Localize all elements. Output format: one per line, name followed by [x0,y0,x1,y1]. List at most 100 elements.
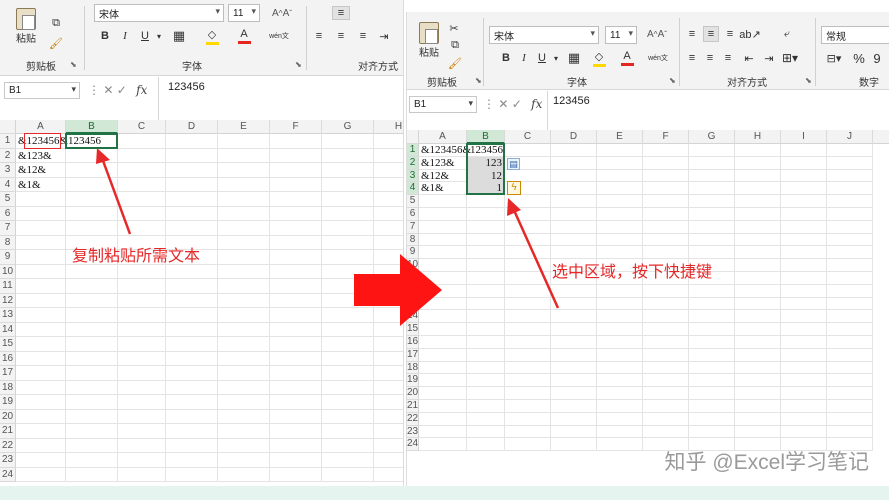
align-top-icon[interactable]: ≡ [685,26,699,42]
left-column-header-g[interactable]: G [322,120,374,134]
wrap-text-icon[interactable]: ⤶ [779,26,795,42]
font-color-icon[interactable]: A [619,49,635,67]
left-column-header-h[interactable]: H [374,120,403,134]
left-font-size-combo[interactable]: 11 ▾ [228,4,260,22]
right-cell-a2[interactable]: &123& [421,157,465,170]
clipboard-launcher-icon[interactable]: ⬊ [70,60,77,69]
left-row-header-8[interactable]: 8 [0,235,16,250]
right-row-header-24[interactable]: 24 [407,438,419,452]
left-row-header-13[interactable]: 13 [0,308,16,323]
right-column-header-i[interactable]: I [781,130,827,144]
cancel-icon[interactable]: ✕ [103,83,113,97]
left-name-box[interactable]: B1 ▾ [4,82,80,99]
enter-icon[interactable]: ✓ [512,97,522,111]
left-row-header-1[interactable]: 1 [0,134,16,149]
italic-button[interactable]: I [118,28,132,44]
quick-analysis-icon[interactable]: ▤ [507,157,520,170]
align-center-icon[interactable]: ≡ [703,50,717,66]
left-column-header-a[interactable]: A [16,120,66,134]
merge-icon[interactable]: ⊞▾ [781,50,799,66]
left-row-header-7[interactable]: 7 [0,221,16,236]
font-size-grow-shrink-icon[interactable]: A ^ Aˇ [639,26,675,42]
right-row-header-2[interactable]: 2 [407,156,419,170]
left-column-header-c[interactable]: C [118,120,166,134]
right-formula-input[interactable]: 123456 [553,95,590,107]
currency-icon[interactable]: ⊟▾ [823,50,845,66]
fx-icon[interactable]: fx [136,83,147,97]
align-center-icon[interactable]: ≡ [334,28,348,44]
borders-icon[interactable]: ▦ [565,50,583,66]
italic-button[interactable]: I [517,50,531,66]
clipboard-launcher-icon[interactable]: ⬊ [475,76,482,85]
left-worksheet-grid[interactable]: A B C D E F G H 1 2 3 4 5 6 7 8 9 10 11 12 13 14 15 16 17 18 19 20 2… [0,120,403,486]
right-column-header-g[interactable]: G [689,130,735,144]
right-cell-a4[interactable]: &1& [421,182,465,195]
align-launcher-icon[interactable]: ⬊ [805,76,812,85]
right-font-name-combo[interactable]: 宋体 ▾ [489,26,599,44]
right-select-all-corner[interactable] [407,130,419,144]
comma-button[interactable]: 9 [871,50,883,66]
left-column-header-d[interactable]: D [166,120,218,134]
cancel-icon[interactable]: ✕ [498,97,508,111]
right-column-header-j[interactable]: J [827,130,873,144]
left-row-header-23[interactable]: 23 [0,453,16,468]
right-row-header-17[interactable]: 17 [407,348,419,362]
left-row-header-4[interactable]: 4 [0,177,16,192]
font-launcher-icon[interactable]: ⬊ [295,60,302,69]
right-name-box[interactable]: B1 ▾ [409,96,477,113]
right-row-header-7[interactable]: 7 [407,220,419,234]
left-cell-a2[interactable]: &123& [18,149,64,164]
right-column-header-e[interactable]: E [597,130,643,144]
phonetic-icon[interactable]: wén文 [647,50,669,66]
left-row-header-2[interactable]: 2 [0,148,16,163]
left-row-header-16[interactable]: 16 [0,351,16,366]
left-font-name-combo[interactable]: 宋体 ▾ [94,4,224,22]
copy-icon[interactable]: ⧉ [447,38,463,52]
right-row-header-20[interactable]: 20 [407,387,419,400]
align-middle-icon[interactable]: ≡ [703,26,719,42]
right-column-header-f[interactable]: F [643,130,689,144]
right-column-header-c[interactable]: C [505,130,551,144]
left-row-header-9[interactable]: 9 [0,250,16,265]
left-row-header-14[interactable]: 14 [0,322,16,337]
phonetic-icon[interactable]: wén文 [268,28,290,44]
left-row-header-22[interactable]: 22 [0,438,16,453]
align-right-icon[interactable]: ≡ [721,50,735,66]
borders-icon[interactable]: ▦ [170,28,188,44]
flash-fill-icon[interactable]: ϟ [507,181,521,196]
left-row-header-17[interactable]: 17 [0,366,16,381]
wrap-text-icon[interactable]: ≡ [332,6,350,20]
bold-button[interactable]: B [499,50,513,66]
left-column-header-e[interactable]: E [218,120,270,134]
percent-button[interactable]: % [853,50,865,66]
left-row-header-24[interactable]: 24 [0,467,16,482]
left-row-header-6[interactable]: 6 [0,206,16,221]
left-row-header-21[interactable]: 21 [0,424,16,439]
right-worksheet-grid[interactable]: ABCDEFGHIJ123456789101112131415161718192… [407,130,889,486]
cut-icon[interactable]: ✂ [447,22,461,35]
right-cell-a1[interactable]: &123456& [421,144,471,157]
left-column-header-f[interactable]: F [270,120,322,134]
fill-color-icon[interactable]: ◇ [591,49,607,67]
right-row-header-21[interactable]: 21 [407,400,419,413]
right-row-header-18[interactable]: 18 [407,361,419,375]
format-painter-icon[interactable]: 🖌 [48,36,64,50]
font-size-grow-shrink-icon[interactable]: A ^ Aˇ [264,6,300,20]
right-column-header-h[interactable]: H [735,130,781,144]
left-row-header-3[interactable]: 3 [0,163,16,178]
left-cell-a4[interactable]: &1& [18,178,64,193]
left-row-header-18[interactable]: 18 [0,380,16,395]
right-row-header-19[interactable]: 19 [407,374,419,388]
right-column-header-b[interactable]: B [467,130,505,144]
orientation-icon[interactable]: ab↗ [739,26,760,42]
fill-color-icon[interactable]: ◇ [204,27,220,45]
underline-dropdown-icon[interactable]: ▾ [154,28,164,44]
fx-icon[interactable]: fx [531,97,542,111]
left-row-header-10[interactable]: 10 [0,264,16,279]
indent-decrease-icon[interactable]: ⇤ [741,50,757,66]
left-cell-a3[interactable]: &12& [18,163,64,178]
left-row-header-15[interactable]: 15 [0,337,16,352]
indent-increase-icon[interactable]: ⇥ [761,50,777,66]
left-row-header-5[interactable]: 5 [0,192,16,207]
number-format-combo[interactable]: 常规 [821,26,889,44]
